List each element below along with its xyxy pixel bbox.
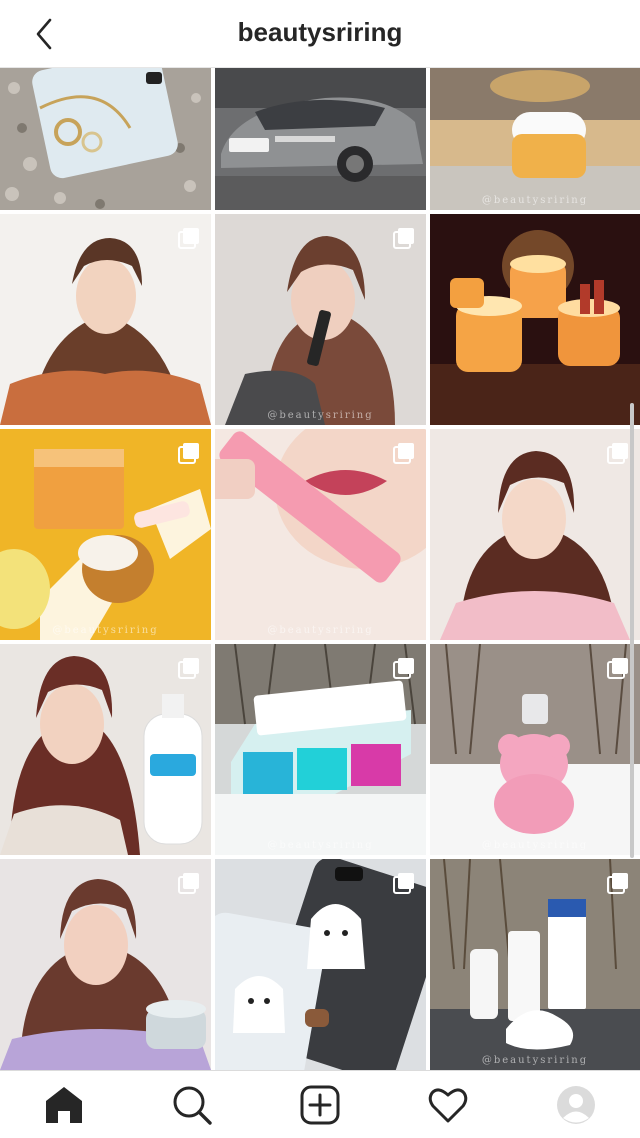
- heart-icon[interactable]: [426, 1083, 470, 1127]
- post-tile[interactable]: @beautysriring: [0, 429, 211, 640]
- watermark-text: @beautysriring: [481, 840, 589, 851]
- post-grid: @beautysriring @beautysriring @beautysri…: [0, 68, 640, 1070]
- post-image: [0, 68, 211, 210]
- watermark-text: @beautysriring: [267, 625, 374, 636]
- multiple-photos-icon: [393, 658, 414, 679]
- post-image: [430, 214, 640, 425]
- watermark-text: @beautysriring: [481, 195, 589, 206]
- multiple-photos-icon: [178, 658, 199, 679]
- top-bar: beautysriring: [0, 0, 640, 68]
- post-tile[interactable]: @beautysriring: [430, 68, 640, 210]
- watermark-text: @beautysriring: [267, 840, 374, 851]
- post-image: [215, 68, 426, 210]
- watermark-text: @beautysriring: [52, 625, 159, 636]
- post-tile[interactable]: [0, 214, 211, 425]
- bottom-tab-bar: [0, 1070, 640, 1138]
- multiple-photos-icon: [178, 873, 199, 894]
- scrollbar[interactable]: [630, 403, 634, 858]
- multiple-photos-icon: [607, 658, 628, 679]
- profile-username-title: beautysriring: [237, 17, 403, 47]
- watermark-text: @beautysriring: [481, 1055, 589, 1066]
- post-tile[interactable]: @beautysriring: [215, 644, 426, 855]
- post-tile[interactable]: @beautysriring: [215, 214, 426, 425]
- post-tile[interactable]: [0, 644, 211, 855]
- multiple-photos-icon: [607, 443, 628, 464]
- post-tile[interactable]: @beautysriring: [430, 644, 640, 855]
- multiple-photos-icon: [607, 873, 628, 894]
- add-square-icon[interactable]: [298, 1083, 342, 1127]
- post-tile[interactable]: [215, 68, 426, 210]
- post-tile[interactable]: [0, 68, 211, 210]
- multiple-photos-icon: [393, 228, 414, 249]
- post-tile[interactable]: [430, 429, 640, 640]
- post-image: [430, 68, 640, 210]
- watermark-text: @beautysriring: [267, 410, 374, 421]
- avatar-icon[interactable]: [554, 1083, 598, 1127]
- multiple-photos-icon: [178, 443, 199, 464]
- multiple-photos-icon: [393, 873, 414, 894]
- search-icon[interactable]: [170, 1083, 214, 1127]
- post-tile[interactable]: [0, 859, 211, 1070]
- multiple-photos-icon: [393, 443, 414, 464]
- post-tile[interactable]: [215, 859, 426, 1070]
- post-tile[interactable]: @beautysriring: [215, 429, 426, 640]
- post-tile[interactable]: [430, 214, 640, 425]
- post-tile[interactable]: @beautysriring: [430, 859, 640, 1070]
- multiple-photos-icon: [178, 228, 199, 249]
- home-icon[interactable]: [42, 1083, 86, 1127]
